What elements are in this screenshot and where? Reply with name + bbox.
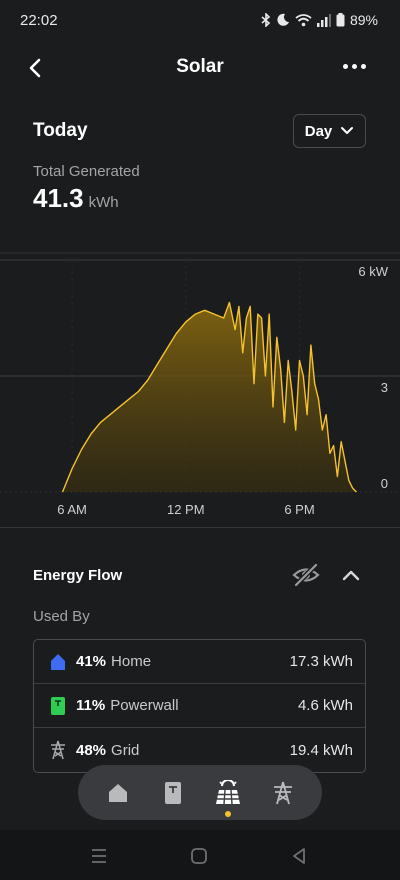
solar-icon [215,779,240,804]
eye-off-icon [292,563,320,587]
more-dot [351,63,357,69]
back-triangle-icon [293,848,305,864]
more-dot [342,63,348,69]
solar-chart[interactable]: 6 kW 3 0 6 AM 12 PM 6 PM [0,250,400,530]
flow-percent: 41% [76,653,107,670]
tab-solar[interactable] [208,773,248,817]
home-button-icon [191,848,207,864]
recent-apps-button[interactable] [89,846,109,866]
powerwall-icon [164,781,181,804]
more-button[interactable] [338,56,370,76]
tab-powerwall[interactable] [153,773,193,813]
chart-x-tick-label: 12 PM [167,502,205,517]
system-nav-bar [0,830,400,880]
more-dot [360,63,366,69]
battery-icon [336,13,345,27]
collapse-button[interactable] [340,564,362,586]
grid-tower-icon [273,781,292,804]
period-select-value: Day [304,122,333,140]
period-select[interactable]: Day [293,114,366,148]
flow-value: 19.4 kWh [289,741,353,759]
hide-values-button[interactable] [292,562,320,588]
energy-flow-table: 41% Home 17.3 kWh 11% Powerwall 4.6 kWh … [33,639,366,773]
status-time: 22:02 [20,12,58,29]
chart-y-tick-label: 0 [381,476,388,491]
flow-value: 4.6 kWh [297,697,353,714]
flow-name: Home [111,653,152,670]
back-nav-button[interactable] [289,846,309,866]
moon-icon [277,13,289,26]
status-icons: 89% [261,12,378,28]
solar-chart-svg: 6 kW 3 0 6 AM 12 PM 6 PM [0,252,400,517]
home-icon [108,783,127,802]
flow-percent: 11% [76,697,106,714]
home-nav-button[interactable] [189,846,209,866]
chart-y-tick-label: 3 [381,380,388,395]
chart-bottom-divider [0,527,400,528]
tab-grid[interactable] [263,773,303,813]
used-by-label: Used By [33,608,90,625]
battery-level: 89% [349,12,378,28]
chart-x-tick-label: 6 AM [57,502,87,517]
chart-x-tick-label: 6 PM [284,502,314,517]
energy-flow-title: Energy Flow [33,567,123,584]
powerwall-icon [48,695,68,717]
flow-row-home[interactable]: 41% Home 17.3 kWh [34,640,365,684]
active-tab-indicator [224,810,231,817]
status-bar: 22:02 89% [0,0,400,40]
total-generated-value: 41.3 [33,183,84,213]
recent-apps-icon [92,849,106,863]
chevron-down-icon [341,127,354,134]
home-icon [48,651,68,673]
chart-area [62,302,357,492]
flow-name: Powerwall [110,697,179,714]
flow-name: Grid [111,741,140,759]
signal-icon [316,13,331,27]
flow-value: 17.3 kWh [289,653,353,670]
period-title: Today [33,120,88,141]
chevron-up-icon [342,570,360,581]
total-generated-unit: kWh [88,194,119,211]
wifi-icon [295,14,312,27]
nav-bar: Solar [0,46,400,88]
flow-row-powerwall[interactable]: 11% Powerwall 4.6 kWh [34,684,365,728]
grid-tower-icon [48,739,68,761]
chart-y-tick-label: 6 kW [358,264,388,279]
tab-home[interactable] [98,773,138,813]
total-generated-label: Total Generated [33,163,140,180]
total-generated: 41.3 kWh [33,183,119,214]
bottom-tab-bar [78,765,322,820]
bluetooth-icon [261,13,271,27]
flow-percent: 48% [76,741,107,759]
